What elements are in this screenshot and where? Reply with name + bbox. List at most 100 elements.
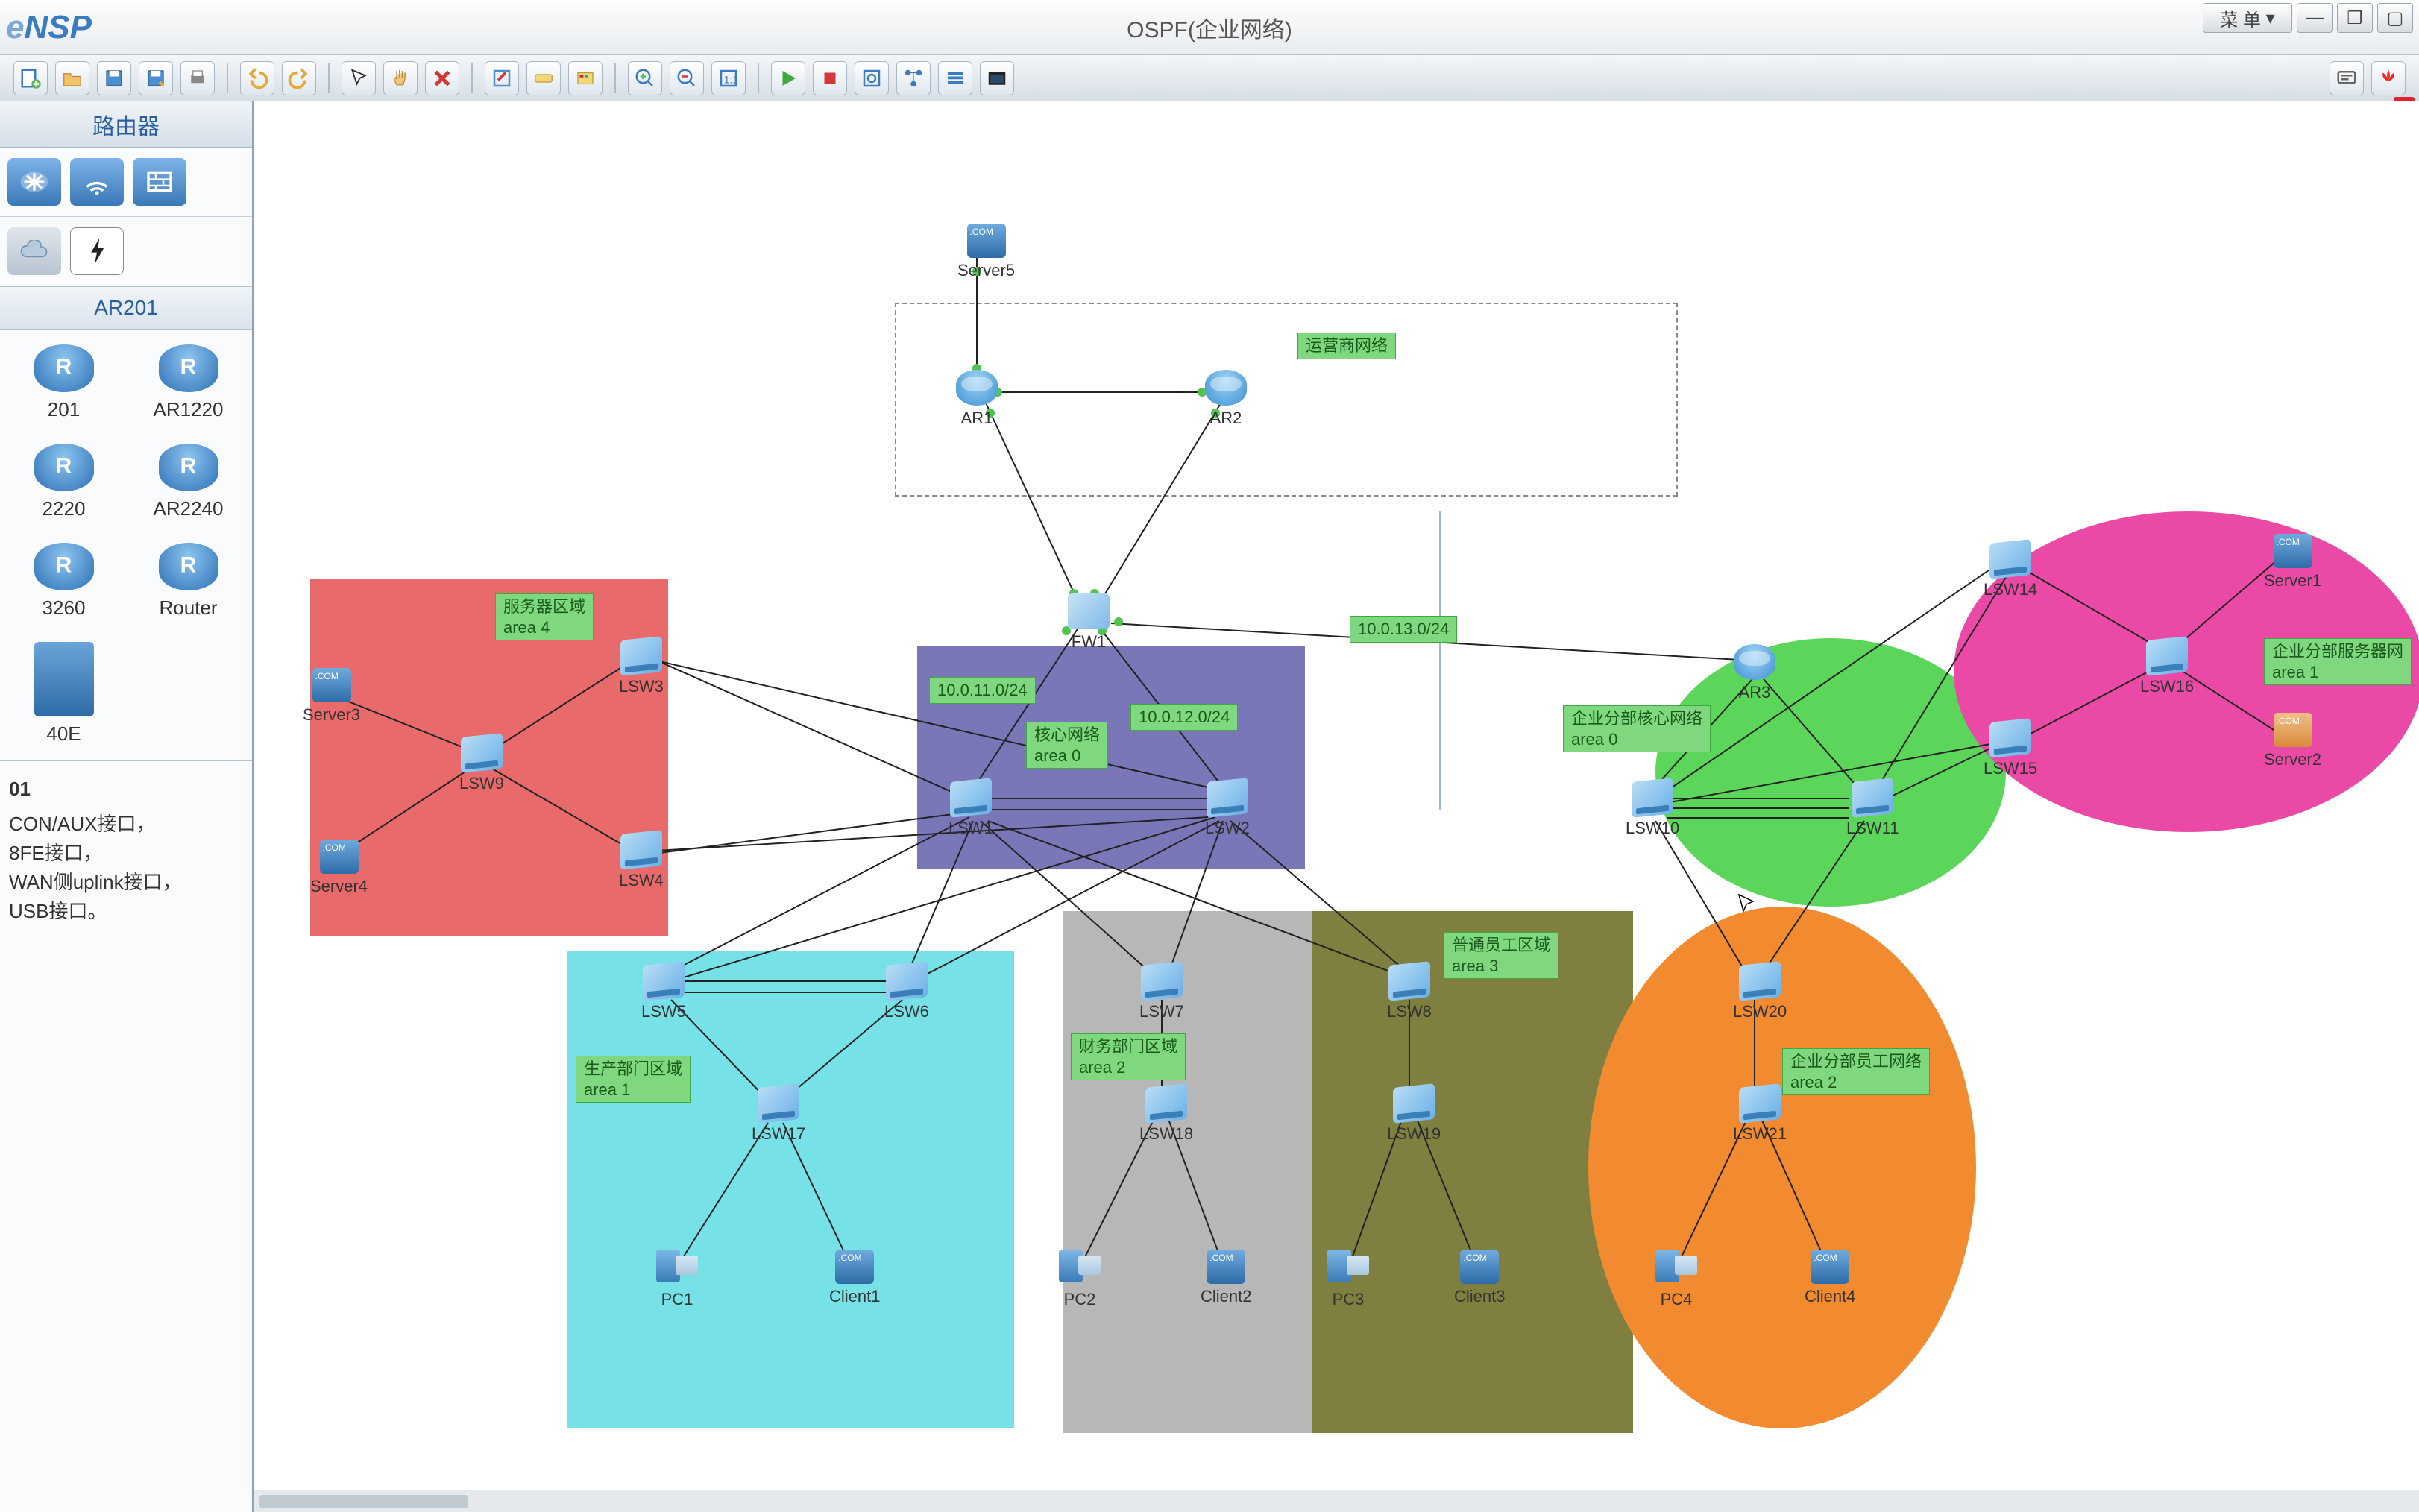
node-lsw11[interactable]: LSW11 xyxy=(1846,780,1899,838)
maximize-button[interactable]: ▢ xyxy=(2377,3,2413,33)
broom-button[interactable] xyxy=(485,61,519,95)
category-firewall-icon[interactable] xyxy=(133,158,186,206)
label-branchemp: 企业分部员工网络 area 2 xyxy=(1782,1048,1930,1095)
select-tool[interactable] xyxy=(342,61,376,95)
node-fw1[interactable]: FW1 xyxy=(1068,593,1110,652)
node-ar2[interactable]: AR2 xyxy=(1205,370,1247,428)
start-button[interactable] xyxy=(771,61,805,95)
label-server: 服务器区域 area 4 xyxy=(495,593,594,640)
node-lsw14[interactable]: LSW14 xyxy=(1984,541,2037,599)
node-lsw17[interactable]: LSW17 xyxy=(752,1086,805,1144)
cursor-icon xyxy=(1737,893,1755,916)
label-branchcore: 企业分部核心网络 area 0 xyxy=(1563,705,1711,752)
device-ar2240[interactable]: AR2240 xyxy=(133,444,243,520)
node-lsw20[interactable]: LSW20 xyxy=(1733,963,1787,1021)
node-client4[interactable]: Client4 xyxy=(1805,1250,1855,1306)
node-pc1[interactable]: PC1 xyxy=(656,1250,698,1309)
capture-button[interactable] xyxy=(855,61,889,95)
print-button[interactable] xyxy=(180,61,215,95)
node-lsw4[interactable]: LSW4 xyxy=(619,832,664,890)
node-lsw9[interactable]: LSW9 xyxy=(459,735,504,793)
device-palette: 路由器 AR201 201 AR1220 2220 AR2240 3260 Ro… xyxy=(0,101,254,1512)
new-topo-button[interactable] xyxy=(13,61,48,95)
label-isp: 运营商网络 xyxy=(1297,333,1396,359)
pan-tool[interactable] xyxy=(383,61,418,95)
message-button[interactable] xyxy=(2330,61,2364,95)
node-lsw5[interactable]: LSW5 xyxy=(641,963,686,1021)
zoom-in-button[interactable] xyxy=(628,61,662,95)
tree-button[interactable] xyxy=(896,61,931,95)
node-lsw1[interactable]: LSW1 xyxy=(949,780,993,838)
minimize-button[interactable]: — xyxy=(2297,3,2333,33)
label-finance: 财务部门区域 area 2 xyxy=(1071,1033,1186,1080)
palette-tool[interactable] xyxy=(568,61,603,95)
node-server3[interactable]: Server3 xyxy=(303,668,360,725)
window-button[interactable] xyxy=(980,61,1014,95)
zoom-out-button[interactable] xyxy=(670,61,704,95)
fit-button[interactable]: 1:1 xyxy=(711,61,746,95)
node-lsw15[interactable]: LSW15 xyxy=(1984,720,2037,778)
node-server4[interactable]: Server4 xyxy=(310,840,368,896)
node-client3[interactable]: Client3 xyxy=(1454,1250,1505,1306)
node-lsw6[interactable]: LSW6 xyxy=(884,963,929,1021)
node-lsw16[interactable]: LSW16 xyxy=(2140,638,2194,696)
node-server1[interactable]: Server1 xyxy=(2264,534,2321,590)
main-toolbar: 1:1 xyxy=(0,55,2419,101)
node-ar3[interactable]: AR3 xyxy=(1734,644,1775,702)
label-core: 核心网络 area 0 xyxy=(1026,722,1108,769)
node-server5[interactable]: Server5 xyxy=(957,224,1015,280)
device-description: 01 CON/AUX接口， 8FE接口， WAN侧uplink接口， USB接口… xyxy=(0,761,252,939)
subnet-12: 10.0.12.0/24 xyxy=(1130,704,1238,731)
huawei-logo[interactable] xyxy=(2371,61,2406,95)
label-staff: 普通员工区域 area 3 xyxy=(1444,932,1558,979)
palette-header: 路由器 xyxy=(0,101,252,148)
category-connection-icon[interactable] xyxy=(70,227,124,275)
node-lsw8[interactable]: LSW8 xyxy=(1387,963,1432,1021)
node-client2[interactable]: Client2 xyxy=(1201,1250,1251,1306)
node-lsw2[interactable]: LSW2 xyxy=(1205,780,1250,838)
subnet-13: 10.0.13.0/24 xyxy=(1350,616,1457,643)
text-tool[interactable] xyxy=(526,61,561,95)
app-logo: eNSP xyxy=(0,9,92,46)
node-lsw7[interactable]: LSW7 xyxy=(1139,963,1184,1021)
node-pc2[interactable]: PC2 xyxy=(1059,1250,1101,1309)
menu-button[interactable]: 菜 单 ▾ xyxy=(2203,3,2292,33)
device-ar201[interactable]: 201 xyxy=(9,344,119,421)
svg-text:1:1: 1:1 xyxy=(724,74,738,85)
node-lsw18[interactable]: LSW18 xyxy=(1139,1086,1193,1144)
category-wlan-icon[interactable] xyxy=(70,158,124,206)
restore-button[interactable]: ❐ xyxy=(2337,3,2373,33)
label-branchsrv: 企业分部服务器网 area 1 xyxy=(2264,638,2412,685)
delete-button[interactable] xyxy=(425,61,459,95)
save-as-button[interactable] xyxy=(139,61,173,95)
category-router-icon[interactable] xyxy=(7,158,61,206)
subnet-11: 10.0.11.0/24 xyxy=(929,677,1036,704)
node-server2[interactable]: Server2 xyxy=(2264,713,2321,769)
window-title: OSPF(企业网络) xyxy=(1127,11,1292,44)
title-bar: eNSP OSPF(企业网络) 菜 单 ▾ — ❐ ▢ xyxy=(0,0,2419,55)
label-prod: 生产部门区域 area 1 xyxy=(576,1056,691,1103)
redo-button[interactable] xyxy=(282,61,316,95)
save-button[interactable] xyxy=(97,61,131,95)
stop-button[interactable] xyxy=(813,61,847,95)
device-ar3260[interactable]: 3260 xyxy=(9,543,119,620)
node-pc4[interactable]: PC4 xyxy=(1655,1250,1697,1309)
node-lsw19[interactable]: LSW19 xyxy=(1387,1086,1441,1144)
category-cloud-icon[interactable] xyxy=(7,227,61,275)
node-lsw3[interactable]: LSW3 xyxy=(619,638,664,696)
node-client1[interactable]: Client1 xyxy=(829,1250,880,1306)
model-header: AR201 xyxy=(0,286,252,330)
device-ne40e[interactable]: 40E xyxy=(9,642,119,746)
open-button[interactable] xyxy=(55,61,89,95)
device-ar2220[interactable]: 2220 xyxy=(9,444,119,520)
horizontal-scrollbar[interactable]: ◂ xyxy=(254,1490,2419,1512)
topology-canvas[interactable]: 运营商网络 服务器区域 area 4 核心网络 area 0 10.0.11.0… xyxy=(254,101,2419,1512)
device-ar1220[interactable]: AR1220 xyxy=(133,344,243,421)
node-lsw10[interactable]: LSW10 xyxy=(1626,780,1679,838)
node-lsw21[interactable]: LSW21 xyxy=(1733,1086,1787,1144)
node-pc3[interactable]: PC3 xyxy=(1327,1250,1369,1309)
undo-button[interactable] xyxy=(240,61,274,95)
device-router[interactable]: Router xyxy=(133,543,243,620)
list-button[interactable] xyxy=(938,61,972,95)
node-ar1[interactable]: AR1 xyxy=(956,370,998,428)
